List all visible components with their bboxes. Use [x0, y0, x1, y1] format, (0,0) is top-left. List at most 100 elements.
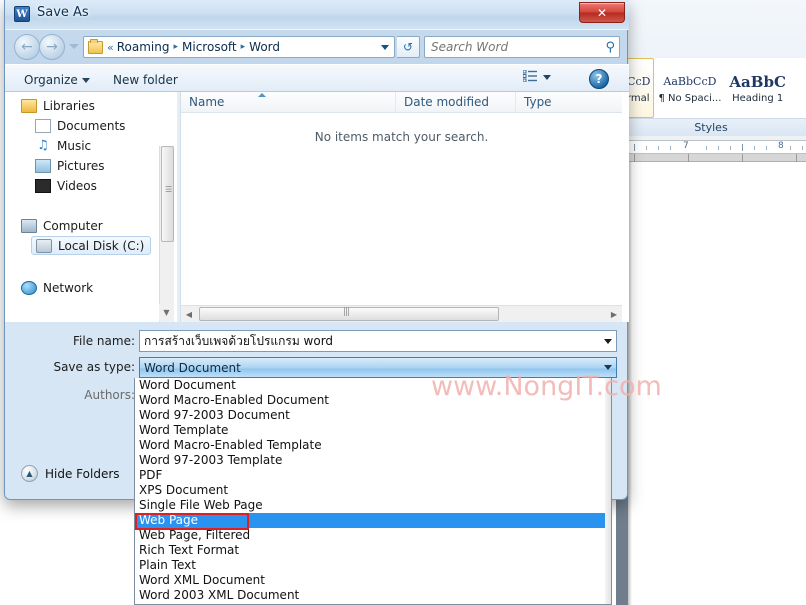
sidebar-item-label: Local Disk (C:) [58, 238, 145, 253]
navpane-scrollbar-thumb[interactable] [161, 146, 174, 242]
library-icon [21, 98, 37, 113]
navpane-scroll-down-icon[interactable]: ▼ [159, 304, 174, 321]
column-label: Date modified [404, 95, 490, 109]
breadcrumb-overflow-icon[interactable]: « [107, 41, 114, 54]
sidebar-item-label: Computer [43, 218, 103, 233]
sidebar-item-documents[interactable]: Documents [35, 116, 125, 135]
dropdown-option-word-document[interactable]: Word Document [135, 378, 611, 393]
folder-icon [88, 38, 103, 54]
help-button[interactable]: ? [589, 69, 609, 89]
pictures-icon [35, 158, 51, 173]
column-header-type[interactable]: Type [516, 92, 622, 113]
list-view-icon [522, 69, 537, 83]
column-header-date-modified[interactable]: Date modified [396, 91, 516, 113]
dialog-body: Libraries Documents ♫ Music Pictures Vid… [5, 91, 629, 322]
forward-button[interactable]: → [39, 34, 65, 60]
file-name-field[interactable]: การสร้างเว็บเพจด้วยโปรแกรม word [139, 330, 617, 352]
document-page[interactable] [628, 162, 806, 605]
navpane-scrollbar[interactable] [159, 146, 174, 322]
dropdown-option-web-page[interactable]: Web Page [135, 513, 611, 528]
breadcrumb-separator-icon[interactable]: ▸ [173, 42, 178, 52]
styles-group-label: Styles [616, 118, 806, 136]
file-list-header: Name Date modified Type [181, 91, 622, 113]
save-as-type-combobox[interactable]: Word Document [139, 357, 617, 378]
sidebar-item-label: Network [43, 280, 94, 295]
scroll-left-icon[interactable]: ◀ [181, 306, 197, 322]
chevron-down-icon [81, 78, 90, 83]
dialog-titlebar[interactable]: W Save As ✕ [5, 0, 629, 30]
dropdown-scrollbar[interactable] [605, 378, 611, 604]
horizontal-scrollbar-thumb[interactable] [199, 307, 499, 321]
dropdown-option-pdf[interactable]: PDF [135, 468, 611, 483]
network-icon [21, 280, 37, 295]
chevron-up-icon: ▲ [21, 465, 38, 482]
new-folder-label: New folder [113, 72, 178, 87]
sidebar-item-label: Pictures [57, 158, 105, 173]
search-input[interactable] [429, 39, 606, 55]
address-dropdown-chevron-down-icon[interactable] [381, 45, 389, 50]
back-button[interactable]: ← [14, 34, 40, 60]
dropdown-option-word-macro-enabled-document[interactable]: Word Macro-Enabled Document [135, 393, 611, 408]
sidebar-item-label: Libraries [43, 98, 95, 113]
sidebar-item-computer[interactable]: Computer [21, 216, 103, 235]
sidebar-item-music[interactable]: ♫ Music [35, 136, 91, 155]
style-label: ¶ No Spaci... [658, 93, 722, 104]
close-button[interactable]: ✕ [579, 2, 625, 23]
chevron-down-icon[interactable] [604, 365, 612, 370]
chevron-down-icon[interactable] [543, 74, 551, 80]
style-item-no-spacing[interactable]: AaBbCcD ¶ No Spaci... [654, 58, 725, 118]
breadcrumb-item-microsoft[interactable]: Microsoft [182, 40, 237, 54]
breadcrumb-item-roaming[interactable]: Roaming [117, 40, 170, 54]
navigation-bar: ← → « Roaming ▸ Microsoft ▸ Word ↺ ⚲ [5, 30, 629, 64]
breadcrumb-item-word[interactable]: Word [249, 40, 280, 54]
dropdown-option-single-file-web-page[interactable]: Single File Web Page [135, 498, 611, 513]
dropdown-option-word-template[interactable]: Word Template [135, 423, 611, 438]
disk-icon [36, 238, 52, 253]
sidebar-item-libraries[interactable]: Libraries [21, 96, 95, 115]
organize-label: Organize [24, 72, 78, 87]
address-bar[interactable]: « Roaming ▸ Microsoft ▸ Word [83, 36, 395, 58]
style-item-heading-1[interactable]: AaBbC Heading 1 [725, 58, 789, 118]
dropdown-option-word-macro-enabled-template[interactable]: Word Macro-Enabled Template [135, 438, 611, 453]
dropdown-option-plain-text[interactable]: Plain Text [135, 558, 611, 573]
organize-button[interactable]: Organize [19, 70, 95, 89]
dropdown-option-word-97-2003-template[interactable]: Word 97-2003 Template [135, 453, 611, 468]
dropdown-option-word-2003-xml-document[interactable]: Word 2003 XML Document [135, 588, 611, 603]
dropdown-option-word-xml-document[interactable]: Word XML Document [135, 573, 611, 588]
file-name-label: File name: [73, 334, 135, 348]
sidebar-item-local-disk-c[interactable]: Local Disk (C:) [31, 236, 152, 255]
recent-pages-chevron-down-icon[interactable] [69, 44, 79, 49]
column-header-name[interactable]: Name [181, 91, 396, 113]
dropdown-option-web-page-filtered[interactable]: Web Page, Filtered [135, 528, 611, 543]
sort-ascending-icon [258, 92, 266, 97]
hide-folders-label: Hide Folders [45, 466, 120, 481]
style-gallery[interactable]: bCcD ormal AaBbCcD ¶ No Spaci... AaBbC H… [616, 58, 806, 118]
chevron-down-icon[interactable] [604, 338, 612, 344]
dropdown-option-rich-text-format[interactable]: Rich Text Format [135, 543, 611, 558]
dropdown-option-word-97-2003-document[interactable]: Word 97-2003 Document [135, 408, 611, 423]
breadcrumb-separator-icon[interactable]: ▸ [241, 42, 246, 52]
ruler-lower-band [628, 154, 806, 162]
style-label: Heading 1 [732, 93, 784, 104]
sidebar-item-label: Music [57, 138, 92, 153]
hide-folders-button[interactable]: ▲ Hide Folders [21, 465, 120, 482]
sidebar-item-videos[interactable]: Videos [35, 176, 97, 195]
save-as-type-dropdown-list[interactable]: Word Document Word Macro-Enabled Document… [134, 378, 612, 605]
horizontal-ruler[interactable]: 7 8 [628, 140, 806, 154]
search-box[interactable]: ⚲ [424, 36, 620, 58]
sidebar-item-network[interactable]: Network [21, 278, 93, 297]
column-label: Type [524, 95, 552, 109]
search-icon[interactable]: ⚲ [605, 40, 615, 55]
sidebar-item-pictures[interactable]: Pictures [35, 156, 105, 175]
view-mode-button[interactable] [522, 69, 551, 83]
new-folder-button[interactable]: New folder [108, 70, 183, 89]
file-list-horizontal-scrollbar[interactable]: ◀ ▶ [181, 305, 622, 322]
refresh-icon[interactable]: ↺ [397, 36, 420, 58]
dropdown-option-xps-document[interactable]: XPS Document [135, 483, 611, 498]
navigation-pane: Libraries Documents ♫ Music Pictures Vid… [13, 92, 176, 322]
computer-icon [21, 218, 37, 233]
command-toolbar: Organize New folder ? [5, 64, 629, 92]
word-icon: W [14, 6, 30, 22]
scroll-right-icon[interactable]: ▶ [606, 306, 622, 322]
file-list[interactable]: Name Date modified Type No items match y… [180, 91, 622, 322]
